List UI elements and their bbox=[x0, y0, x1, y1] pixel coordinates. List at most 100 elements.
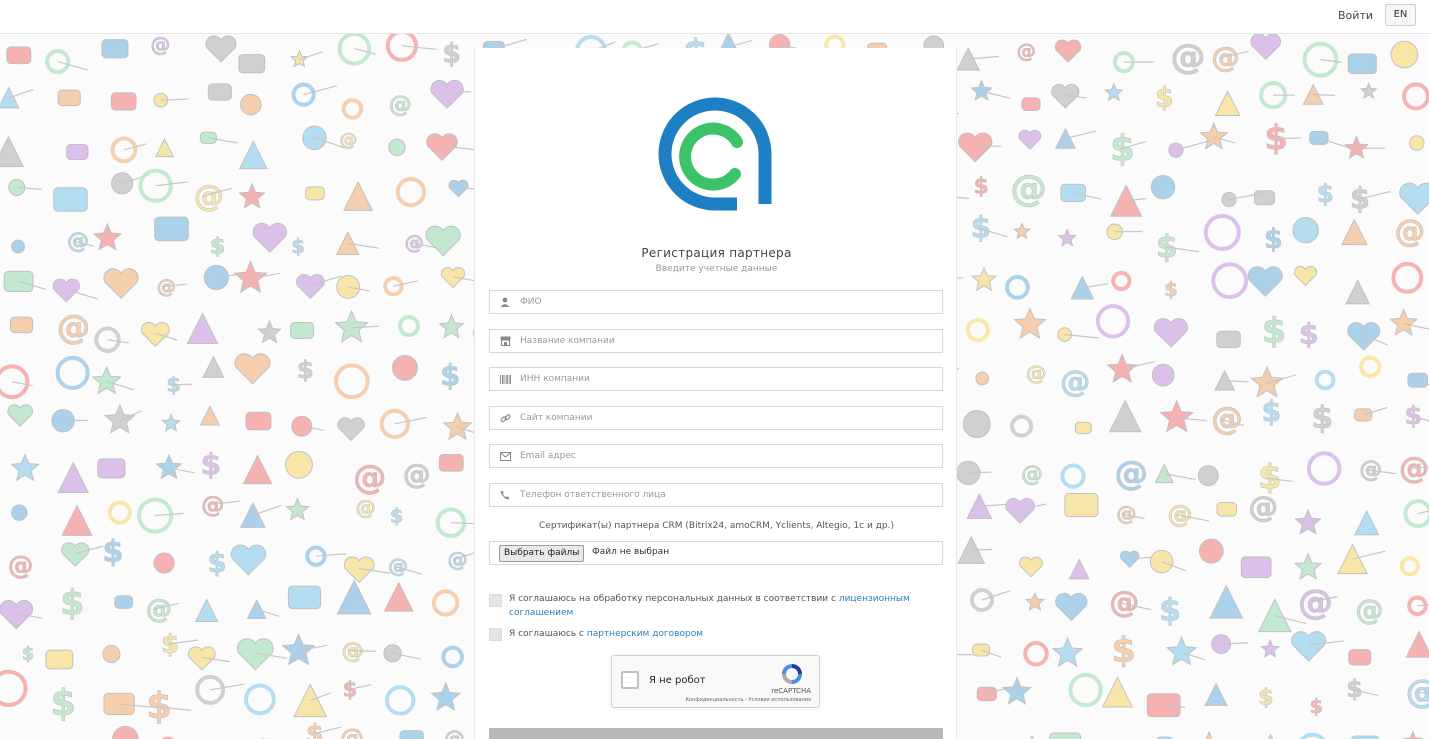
doodle-shape bbox=[52, 278, 80, 303]
agree-partner-contract-text: Я соглашаюсь с партнерским договором bbox=[509, 627, 939, 641]
doodle-shape bbox=[154, 137, 175, 158]
doodle-shape bbox=[384, 685, 416, 716]
doodle-shape bbox=[1345, 279, 1371, 305]
login-link[interactable]: Войти bbox=[1338, 9, 1373, 22]
doodle-shape: $ bbox=[306, 719, 324, 739]
doodle-shape bbox=[1153, 317, 1188, 348]
doodle-shape bbox=[1216, 502, 1237, 517]
full-name-field[interactable] bbox=[489, 290, 943, 314]
doodle-shape: @ bbox=[388, 554, 408, 577]
doodle-shape bbox=[1291, 631, 1327, 662]
phone-field[interactable] bbox=[489, 483, 943, 507]
logo-icon bbox=[658, 97, 772, 211]
doodle-shape bbox=[9, 316, 34, 334]
user-icon bbox=[498, 296, 512, 308]
doodle-shape bbox=[1151, 363, 1175, 387]
doodle-shape bbox=[1018, 129, 1042, 150]
doodle-shape: $ bbox=[1258, 685, 1273, 710]
email-input[interactable] bbox=[520, 447, 930, 465]
doodle-shape: $ bbox=[22, 644, 34, 664]
doodle-shape bbox=[1068, 558, 1090, 580]
doodle-shape bbox=[441, 645, 464, 669]
doodle-shape bbox=[103, 692, 135, 715]
doodle-shape bbox=[0, 599, 34, 630]
doodle-line bbox=[450, 522, 474, 525]
doodle-shape: $ bbox=[1155, 83, 1174, 114]
doodle-shape: @ bbox=[8, 551, 34, 581]
doodle-shape bbox=[103, 268, 139, 299]
doodle-shape: $ bbox=[1262, 312, 1286, 352]
doodle-shape: $ bbox=[1317, 179, 1334, 208]
doodle-shape: $ bbox=[1112, 631, 1136, 671]
doodle-shape bbox=[230, 544, 267, 576]
doodle-shape bbox=[1348, 649, 1372, 666]
doodle-shape bbox=[290, 321, 314, 339]
doodle-shape bbox=[1101, 676, 1134, 708]
doodle-shape bbox=[1399, 182, 1429, 215]
doodle-shape bbox=[1353, 509, 1380, 536]
doodle-line bbox=[172, 383, 193, 386]
doodle-shape bbox=[1023, 641, 1049, 667]
doodle-shape bbox=[296, 273, 325, 300]
doodle-shape: @ bbox=[444, 726, 465, 739]
doodle-shape: @ bbox=[1406, 672, 1429, 711]
doodle-line bbox=[394, 416, 428, 425]
recaptcha-links[interactable]: Конфиденциальность - Условия использован… bbox=[685, 697, 811, 703]
company-name-input[interactable] bbox=[520, 332, 930, 350]
doodle-shape bbox=[285, 450, 313, 479]
doodle-shape: @ bbox=[340, 724, 364, 739]
doodle-shape bbox=[1347, 322, 1381, 351]
doodle-shape bbox=[57, 89, 81, 107]
agree-personal-data-text: Я соглашаюсь на обработку персональных д… bbox=[509, 592, 939, 620]
recaptcha-widget: Я не робот reCAPTCHA Конфиденциальность … bbox=[611, 655, 820, 708]
doodle-shape bbox=[101, 39, 129, 59]
doodle-shape bbox=[1250, 365, 1285, 398]
doodle-shape bbox=[287, 585, 322, 610]
doodle-shape bbox=[45, 649, 74, 670]
doodle-shape bbox=[305, 186, 325, 201]
doodle-shape: $ bbox=[1264, 224, 1283, 255]
doodle-shape: @ bbox=[57, 308, 91, 347]
doodle-shape bbox=[1060, 463, 1086, 489]
doodle-shape bbox=[1150, 174, 1176, 200]
form-subtitle: Введите учетные данные bbox=[655, 264, 778, 274]
submit-button[interactable] bbox=[489, 728, 943, 739]
doodle-shape bbox=[1199, 121, 1229, 150]
doodle-shape bbox=[388, 138, 406, 157]
doodle-line bbox=[210, 683, 245, 691]
language-button[interactable]: EN bbox=[1385, 4, 1416, 26]
agree-personal-data-checkbox[interactable] bbox=[489, 594, 502, 607]
doodle-shape: @ bbox=[1026, 361, 1047, 385]
recaptcha-checkbox[interactable] bbox=[621, 671, 639, 689]
phone-input[interactable] bbox=[520, 486, 930, 504]
doodle-shape: $ bbox=[1159, 592, 1181, 628]
doodle-shape bbox=[965, 318, 990, 343]
website-field[interactable] bbox=[489, 406, 943, 430]
inn-field[interactable] bbox=[489, 367, 943, 391]
doodle-shape: @ bbox=[1021, 462, 1043, 487]
inn-input[interactable] bbox=[520, 370, 930, 388]
company-name-field[interactable] bbox=[489, 329, 943, 353]
recaptcha-brand: reCAPTCHA bbox=[771, 687, 811, 695]
choose-files-button[interactable]: Выбрать файлы bbox=[499, 545, 585, 562]
agree-partner-contract-label: Я соглашаюсь с bbox=[509, 629, 587, 639]
website-input[interactable] bbox=[520, 409, 930, 427]
doodle-shape bbox=[1055, 592, 1088, 622]
doodle-shape bbox=[1247, 266, 1283, 297]
doodle-shape bbox=[958, 132, 993, 163]
certificate-file-field[interactable]: Выбрать файлы Файл не выбран bbox=[489, 541, 943, 565]
doodle-shape bbox=[103, 403, 136, 434]
full-name-input[interactable] bbox=[520, 293, 930, 311]
partner-contract-link[interactable]: партнерским договором bbox=[587, 629, 703, 639]
doodle-shape: @ bbox=[405, 231, 424, 254]
doodle-shape: @ bbox=[1109, 585, 1139, 620]
agree-partner-contract-checkbox[interactable] bbox=[489, 628, 502, 641]
doodle-shape bbox=[1204, 682, 1228, 706]
doodle-shape: $ bbox=[1311, 400, 1333, 436]
doodle-shape bbox=[1149, 549, 1174, 574]
doodle-shape bbox=[57, 461, 90, 493]
doodle-shape: @ bbox=[340, 129, 358, 150]
doodle-shape bbox=[1054, 39, 1082, 63]
doodle-shape bbox=[1391, 261, 1424, 294]
email-field[interactable] bbox=[489, 444, 943, 468]
